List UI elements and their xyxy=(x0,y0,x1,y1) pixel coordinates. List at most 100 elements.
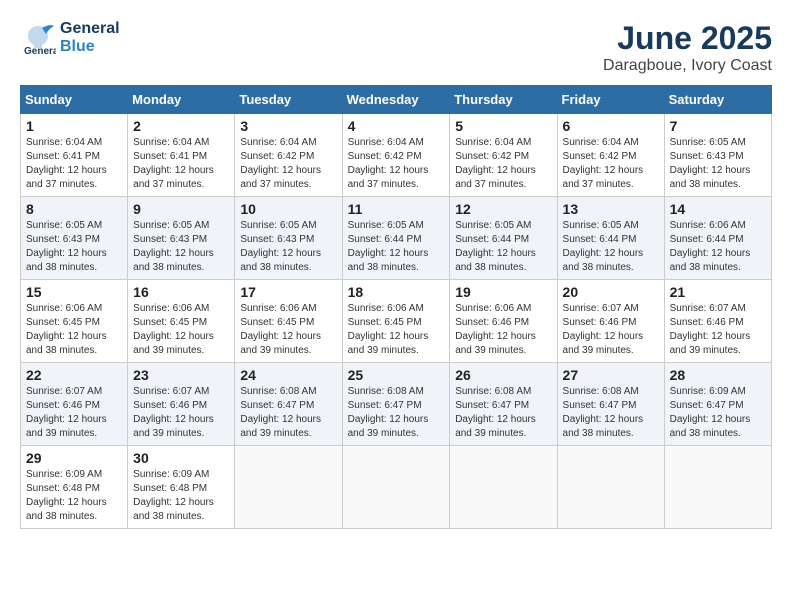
col-sunday: Sunday xyxy=(21,86,128,114)
day-info: Sunrise: 6:04 AM Sunset: 6:41 PM Dayligh… xyxy=(26,136,122,192)
calendar-week-row: 8 Sunrise: 6:05 AM Sunset: 6:43 PM Daylig… xyxy=(21,197,772,280)
day-number: 7 xyxy=(670,118,766,134)
table-row: 23Sunrise: 6:07 AM Sunset: 6:46 PM Dayli… xyxy=(128,363,235,446)
day-info: Sunrise: 6:09 AM Sunset: 6:47 PM Dayligh… xyxy=(670,385,766,441)
day-info: Sunrise: 6:05 AM Sunset: 6:43 PM Dayligh… xyxy=(26,219,122,275)
day-number: 25 xyxy=(348,367,445,383)
table-row: 26 Sunrise: 6:08 AM Sunset: 6:47 PM Dayli… xyxy=(450,363,557,446)
day-info: Sunrise: 6:04 AM Sunset: 6:41 PM Dayligh… xyxy=(133,136,229,192)
table-row: 5Sunrise: 6:04 AM Sunset: 6:42 PM Daylig… xyxy=(450,114,557,197)
day-number: 16 xyxy=(133,284,229,300)
table-row: 2 Sunrise: 6:04 AM Sunset: 6:41 PM Daylig… xyxy=(128,114,235,197)
table-row: 18Sunrise: 6:06 AM Sunset: 6:45 PM Dayli… xyxy=(342,280,450,363)
title-area: June 2025 Daragboue, Ivory Coast xyxy=(603,20,772,75)
day-number: 13 xyxy=(563,201,659,217)
day-info: Sunrise: 6:07 AM Sunset: 6:46 PM Dayligh… xyxy=(670,302,766,358)
table-row xyxy=(664,446,771,529)
day-number: 24 xyxy=(240,367,336,383)
day-info: Sunrise: 6:07 AM Sunset: 6:46 PM Dayligh… xyxy=(133,385,229,441)
day-info: Sunrise: 6:05 AM Sunset: 6:44 PM Dayligh… xyxy=(563,219,659,275)
day-info: Sunrise: 6:05 AM Sunset: 6:43 PM Dayligh… xyxy=(670,136,766,192)
day-number: 6 xyxy=(563,118,659,134)
table-row: 19 Sunrise: 6:06 AM Sunset: 6:46 PM Dayli… xyxy=(450,280,557,363)
table-row: 1 Sunrise: 6:04 AM Sunset: 6:41 PM Daylig… xyxy=(21,114,128,197)
table-row xyxy=(450,446,557,529)
table-row: 30 Sunrise: 6:09 AM Sunset: 6:48 PM Dayli… xyxy=(128,446,235,529)
day-number: 5 xyxy=(455,118,551,134)
day-info: Sunrise: 6:07 AM Sunset: 6:46 PM Dayligh… xyxy=(563,302,659,358)
page-header: General General Blue June 2025 Daragboue… xyxy=(20,20,772,75)
day-info: Sunrise: 6:06 AM Sunset: 6:45 PM Dayligh… xyxy=(26,302,122,358)
table-row: 22 Sunrise: 6:07 AM Sunset: 6:46 PM Dayli… xyxy=(21,363,128,446)
table-row: 13 Sunrise: 6:05 AM Sunset: 6:44 PM Dayli… xyxy=(557,197,664,280)
col-wednesday: Wednesday xyxy=(342,86,450,114)
table-row: 11 Sunrise: 6:05 AM Sunset: 6:44 PM Dayli… xyxy=(342,197,450,280)
table-row: 7 Sunrise: 6:05 AM Sunset: 6:43 PM Daylig… xyxy=(664,114,771,197)
table-row xyxy=(342,446,450,529)
day-info: Sunrise: 6:06 AM Sunset: 6:46 PM Dayligh… xyxy=(455,302,551,358)
day-number: 1 xyxy=(26,118,122,134)
calendar-week-row: 1 Sunrise: 6:04 AM Sunset: 6:41 PM Daylig… xyxy=(21,114,772,197)
table-row: 6 Sunrise: 6:04 AM Sunset: 6:42 PM Daylig… xyxy=(557,114,664,197)
logo-blue: Blue xyxy=(60,38,120,56)
day-info: Sunrise: 6:08 AM Sunset: 6:47 PM Dayligh… xyxy=(348,385,445,441)
table-row: 28 Sunrise: 6:09 AM Sunset: 6:47 PM Dayli… xyxy=(664,363,771,446)
day-number: 28 xyxy=(670,367,766,383)
day-info: Sunrise: 6:04 AM Sunset: 6:42 PM Dayligh… xyxy=(348,136,445,192)
table-row: 14 Sunrise: 6:06 AM Sunset: 6:44 PM Dayli… xyxy=(664,197,771,280)
day-info: Sunrise: 6:06 AM Sunset: 6:45 PM Dayligh… xyxy=(133,302,229,358)
svg-text:General: General xyxy=(24,46,56,56)
table-row: 16 Sunrise: 6:06 AM Sunset: 6:45 PM Dayli… xyxy=(128,280,235,363)
table-row: 20 Sunrise: 6:07 AM Sunset: 6:46 PM Dayli… xyxy=(557,280,664,363)
table-row: 3Sunrise: 6:04 AM Sunset: 6:42 PM Daylig… xyxy=(235,114,342,197)
table-row: 29Sunrise: 6:09 AM Sunset: 6:48 PM Dayli… xyxy=(21,446,128,529)
table-row: 17Sunrise: 6:06 AM Sunset: 6:45 PM Dayli… xyxy=(235,280,342,363)
logo-text: General Blue xyxy=(60,20,120,55)
day-number: 11 xyxy=(348,201,445,217)
day-number: 14 xyxy=(670,201,766,217)
day-info: Sunrise: 6:09 AM Sunset: 6:48 PM Dayligh… xyxy=(133,468,229,524)
table-row: 10 Sunrise: 6:05 AM Sunset: 6:43 PM Dayli… xyxy=(235,197,342,280)
logo: General General Blue xyxy=(20,20,120,56)
day-info: Sunrise: 6:05 AM Sunset: 6:44 PM Dayligh… xyxy=(455,219,551,275)
day-number: 8 xyxy=(26,201,122,217)
day-number: 26 xyxy=(455,367,551,383)
day-info: Sunrise: 6:08 AM Sunset: 6:47 PM Dayligh… xyxy=(455,385,551,441)
table-row: 15 Sunrise: 6:06 AM Sunset: 6:45 PM Dayli… xyxy=(21,280,128,363)
day-number: 10 xyxy=(240,201,336,217)
day-number: 17 xyxy=(240,284,336,300)
day-number: 19 xyxy=(455,284,551,300)
day-info: Sunrise: 6:05 AM Sunset: 6:44 PM Dayligh… xyxy=(348,219,445,275)
day-number: 29 xyxy=(26,450,122,466)
col-friday: Friday xyxy=(557,86,664,114)
day-number: 27 xyxy=(563,367,659,383)
day-info: Sunrise: 6:06 AM Sunset: 6:44 PM Dayligh… xyxy=(670,219,766,275)
month-title: June 2025 xyxy=(603,20,772,57)
day-number: 12 xyxy=(455,201,551,217)
day-number: 2 xyxy=(133,118,229,134)
day-number: 18 xyxy=(348,284,445,300)
day-number: 15 xyxy=(26,284,122,300)
table-row: 4Sunrise: 6:04 AM Sunset: 6:42 PM Daylig… xyxy=(342,114,450,197)
day-number: 20 xyxy=(563,284,659,300)
day-number: 30 xyxy=(133,450,229,466)
day-number: 22 xyxy=(26,367,122,383)
table-row xyxy=(235,446,342,529)
table-row: 25 Sunrise: 6:08 AM Sunset: 6:47 PM Dayli… xyxy=(342,363,450,446)
col-thursday: Thursday xyxy=(450,86,557,114)
calendar-week-row: 29 Sunrise: 6:09 AM Sunset: 6:48 PM Dayli… xyxy=(21,446,772,529)
day-info: Sunrise: 6:08 AM Sunset: 6:47 PM Dayligh… xyxy=(563,385,659,441)
col-monday: Monday xyxy=(128,86,235,114)
day-info: Sunrise: 6:05 AM Sunset: 6:43 PM Dayligh… xyxy=(240,219,336,275)
day-number: 21 xyxy=(670,284,766,300)
day-info: Sunrise: 6:07 AM Sunset: 6:46 PM Dayligh… xyxy=(26,385,122,441)
table-row: 21 Sunrise: 6:07 AM Sunset: 6:46 PM Dayli… xyxy=(664,280,771,363)
table-row: 24 Sunrise: 6:08 AM Sunset: 6:47 PM Dayli… xyxy=(235,363,342,446)
calendar-week-row: 15 Sunrise: 6:06 AM Sunset: 6:45 PM Dayli… xyxy=(21,280,772,363)
col-tuesday: Tuesday xyxy=(235,86,342,114)
table-row: 9Sunrise: 6:05 AM Sunset: 6:43 PM Daylig… xyxy=(128,197,235,280)
day-info: Sunrise: 6:08 AM Sunset: 6:47 PM Dayligh… xyxy=(240,385,336,441)
day-info: Sunrise: 6:05 AM Sunset: 6:43 PM Dayligh… xyxy=(133,219,229,275)
day-info: Sunrise: 6:04 AM Sunset: 6:42 PM Dayligh… xyxy=(563,136,659,192)
calendar-week-row: 22 Sunrise: 6:07 AM Sunset: 6:46 PM Dayli… xyxy=(21,363,772,446)
